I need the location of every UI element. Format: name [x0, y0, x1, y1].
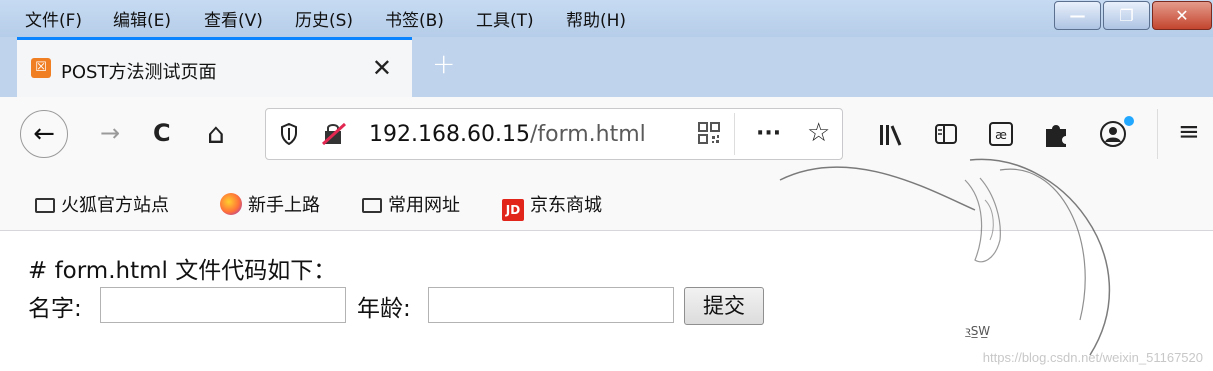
xampp-icon: ☒: [31, 58, 51, 78]
folder-icon: [35, 198, 55, 213]
menu-history[interactable]: 历史(S): [295, 6, 353, 31]
age-label: 年龄:: [357, 296, 411, 322]
age-input[interactable]: [428, 287, 674, 323]
url-text[interactable]: 192.168.60.15/form.html: [369, 122, 646, 147]
menu-edit[interactable]: 编辑(E): [113, 6, 171, 31]
bookmark-label: 常用网址: [388, 195, 460, 216]
page-heading: # form.html 文件代码如下：: [28, 258, 337, 284]
tab-close-icon[interactable]: ✕: [372, 54, 392, 82]
toolbar-divider: [1157, 109, 1158, 159]
minimize-icon: —: [1069, 6, 1086, 25]
bookmark-label: 火狐官方站点: [61, 195, 169, 216]
close-icon: ✕: [1175, 6, 1189, 25]
reload-icon[interactable]: C: [153, 119, 171, 147]
forward-icon[interactable]: →: [100, 119, 120, 147]
restore-icon: ❐: [1119, 6, 1134, 25]
back-button[interactable]: ←: [20, 110, 68, 158]
insecure-lock-icon[interactable]: [321, 122, 347, 146]
tab-post-test[interactable]: ☒ POST方法测试页面 ✕: [17, 37, 412, 97]
bookmark-label: 京东商城: [530, 195, 602, 216]
new-tab-icon[interactable]: +: [432, 47, 455, 80]
bookmark-firefox-official[interactable]: 火狐官方站点: [35, 191, 169, 217]
firefox-icon: [220, 193, 242, 215]
menu-tools[interactable]: 工具(T): [476, 6, 534, 31]
menu-help[interactable]: 帮助(H): [566, 6, 626, 31]
qr-code-icon[interactable]: [698, 122, 720, 144]
watermark-url: https://blog.csdn.net/weixin_51167520: [982, 350, 1203, 365]
menu-bar: 文件(F) 编辑(E) 查看(V) 历史(S) 书签(B) 工具(T) 帮助(H…: [0, 0, 1213, 37]
tab-strip: ☒ POST方法测试页面 ✕ +: [0, 37, 1213, 97]
menu-file[interactable]: 文件(F): [25, 6, 82, 31]
home-icon[interactable]: ⌂: [207, 117, 225, 150]
bookmark-common-sites[interactable]: 常用网址: [362, 191, 460, 217]
tracking-shield-icon[interactable]: [280, 123, 298, 145]
menu-bookmarks[interactable]: 书签(B): [385, 6, 444, 31]
tab-title: POST方法测试页面: [61, 62, 217, 83]
menu-hamburger-icon[interactable]: ≡: [1178, 117, 1200, 147]
url-host: 192.168.60.15: [369, 122, 530, 147]
folder-icon: [362, 198, 382, 213]
url-bar[interactable]: 192.168.60.15/form.html ··· ☆: [265, 108, 843, 160]
url-path: /form.html: [529, 122, 646, 147]
jd-icon: JD: [502, 199, 524, 221]
watermark-mark: ꝛ̲S̲W̲: [965, 324, 991, 338]
bookmark-getting-started[interactable]: 新手上路: [220, 191, 320, 217]
submit-button[interactable]: 提交: [684, 287, 764, 325]
close-window-button[interactable]: ✕: [1152, 1, 1212, 30]
bookmark-label: 新手上路: [248, 195, 320, 216]
url-divider: [734, 113, 735, 155]
minimize-button[interactable]: —: [1054, 1, 1101, 30]
horse-watermark-logo: [779, 158, 1111, 356]
menu-view[interactable]: 查看(V): [204, 6, 263, 31]
name-input[interactable]: [100, 287, 346, 323]
back-arrow-icon: ←: [33, 119, 55, 149]
restore-button[interactable]: ❐: [1103, 1, 1150, 30]
name-label: 名字:: [28, 296, 82, 322]
bookmark-jd[interactable]: JD 京东商城: [502, 191, 602, 221]
